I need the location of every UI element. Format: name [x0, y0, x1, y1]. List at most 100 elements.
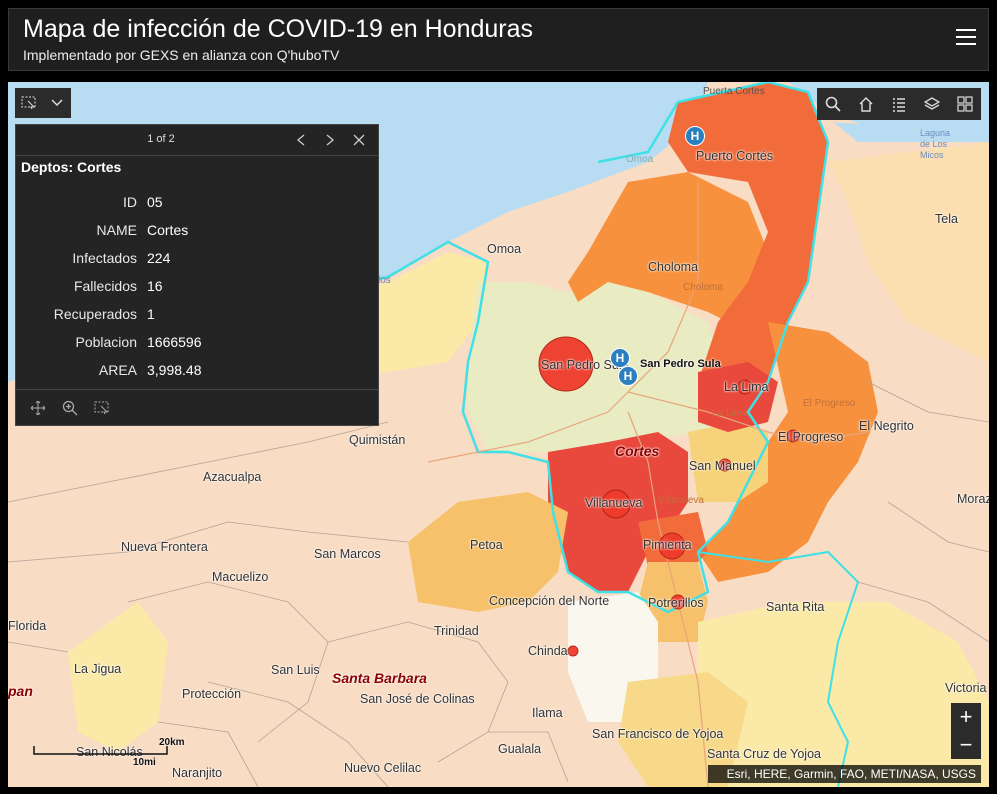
place-label: Azacualpa [203, 470, 262, 484]
place-label: Santa Rita [766, 600, 825, 614]
field-key: ID [123, 194, 137, 210]
select-icon[interactable] [15, 88, 43, 118]
popup-row: Infectados 224 [16, 244, 202, 272]
place-label: Omoa [626, 154, 654, 165]
popup-row: AREA 3,998.48 [16, 356, 202, 384]
legend-icon[interactable] [883, 88, 916, 120]
place-label: San Marcos [314, 547, 381, 561]
department-label: Cortes [615, 443, 660, 459]
place-label: Florida [8, 619, 47, 633]
place-label: San José de Colinas [360, 692, 475, 706]
place-label: Potrerillos [648, 596, 704, 610]
scale-mi: 10mi [133, 757, 156, 768]
place-label: Naranjito [172, 766, 223, 780]
department-label: Santa Barbara [332, 670, 427, 686]
attribution[interactable]: Esri, HERE, Garmin, FAO, METI/NASA, USGS [708, 765, 981, 783]
place-label: Choloma [683, 282, 724, 293]
select-feature-icon[interactable] [86, 394, 118, 422]
place-label: San Manuel [689, 459, 756, 473]
field-value: 05 [147, 194, 163, 210]
place-label: Villanueva [658, 495, 704, 506]
popup-row: Recuperados 1 [16, 300, 202, 328]
popup-actions [16, 389, 378, 425]
place-label: Victoria [945, 681, 987, 695]
popup-row: NAME Cortes [16, 216, 202, 244]
field-key: Recuperados [53, 306, 137, 322]
zoom-out-button[interactable]: − [951, 731, 981, 759]
app-header: Mapa de infección de COVID-19 en Hondura… [8, 8, 989, 71]
field-value: 224 [147, 250, 171, 266]
home-icon[interactable] [850, 88, 883, 120]
zoom-control: + − [951, 703, 981, 759]
place-label: El Negrito [859, 419, 914, 433]
place-label: El Progreso [803, 398, 856, 409]
place-label: San Luis [271, 663, 320, 677]
close-icon[interactable] [350, 131, 368, 149]
popup-title: Deptos: Cortes [21, 159, 122, 175]
page-title: Mapa de infección de COVID-19 en Hondura… [23, 15, 534, 43]
place-label: Concepción del Norte [489, 594, 610, 608]
popup-row: Poblacion 1666596 [16, 328, 202, 356]
place-label: Pimienta [643, 538, 692, 552]
field-key: AREA [98, 362, 137, 378]
place-label: Choloma [648, 260, 699, 274]
field-key: Infectados [72, 250, 137, 266]
pan-icon[interactable] [22, 394, 54, 422]
place-label: Moraz [957, 492, 989, 506]
zoom-in-button[interactable]: + [951, 703, 981, 731]
field-value: 1 [147, 306, 155, 322]
field-key: Poblacion [75, 334, 138, 350]
water-label: Laguna de Los Micos [920, 128, 951, 160]
place-label: San Pedro Sula [640, 358, 721, 370]
field-value: Cortes [147, 222, 189, 238]
hospital-icon[interactable]: H [610, 348, 630, 368]
place-label: Villanueva [585, 496, 643, 510]
zoom-to-icon[interactable] [54, 394, 86, 422]
place-label: Puerto Cortés [696, 149, 774, 163]
feature-popup: 1 of 2 Deptos: Cortes ID 05 NAME Cortes In… [15, 124, 379, 426]
popup-row: ID 05 [16, 188, 202, 216]
place-label: Omoa [487, 242, 522, 256]
popup-row: Fallecidos 16 [16, 272, 202, 300]
place-label: Puerta Cortes [703, 86, 765, 97]
place-label: Nuevo Celilac [344, 761, 422, 775]
hospital-icon[interactable]: H [685, 126, 705, 146]
popup-pager: 1 of 2 [147, 133, 175, 145]
scale-bar: 20km 10mi [33, 737, 185, 775]
place-label: Tela [935, 212, 958, 226]
place-label: La Jigua [74, 662, 122, 676]
map-toolbar [817, 88, 981, 120]
place-label: Protección [182, 687, 242, 701]
search-icon[interactable] [817, 88, 850, 120]
menu-icon[interactable] [956, 29, 976, 47]
layers-icon[interactable] [915, 88, 948, 120]
scale-km: 20km [159, 737, 185, 748]
basemap-icon[interactable] [948, 88, 981, 120]
next-icon[interactable] [321, 131, 339, 149]
place-label: Quimistán [349, 433, 406, 447]
dropdown-icon[interactable] [43, 88, 71, 118]
place-label: Ilama [532, 706, 563, 720]
place-label: los [378, 275, 391, 286]
field-value: 16 [147, 278, 163, 294]
place-label: La Lima [724, 380, 769, 394]
department-label: pan [8, 683, 33, 699]
place-label: Trinidad [434, 624, 479, 638]
place-label: Macuelizo [212, 570, 269, 584]
place-label: Gualala [498, 742, 542, 756]
popup-header: 1 of 2 [16, 125, 378, 156]
place-label: Nueva Frontera [121, 540, 208, 554]
place-label: Chinda [528, 644, 568, 658]
field-key: NAME [96, 222, 137, 238]
page-subtitle: Implementado por GEXS en alianza con Q'h… [23, 47, 340, 63]
place-label: San Francisco de Yojoa [592, 727, 724, 741]
place-label: Petoa [470, 538, 503, 552]
place-label: Santa Cruz de Yojoa [707, 747, 821, 761]
place-label: El Progreso [778, 430, 844, 444]
popup-fields: ID 05 NAME Cortes Infectados 224 Fallecidos… [16, 188, 202, 384]
field-value: 3,998.48 [147, 362, 202, 378]
select-tool [15, 88, 71, 118]
prev-icon[interactable] [292, 131, 310, 149]
place-label: La Lima [712, 408, 748, 419]
hospital-icon[interactable]: H [618, 366, 638, 386]
